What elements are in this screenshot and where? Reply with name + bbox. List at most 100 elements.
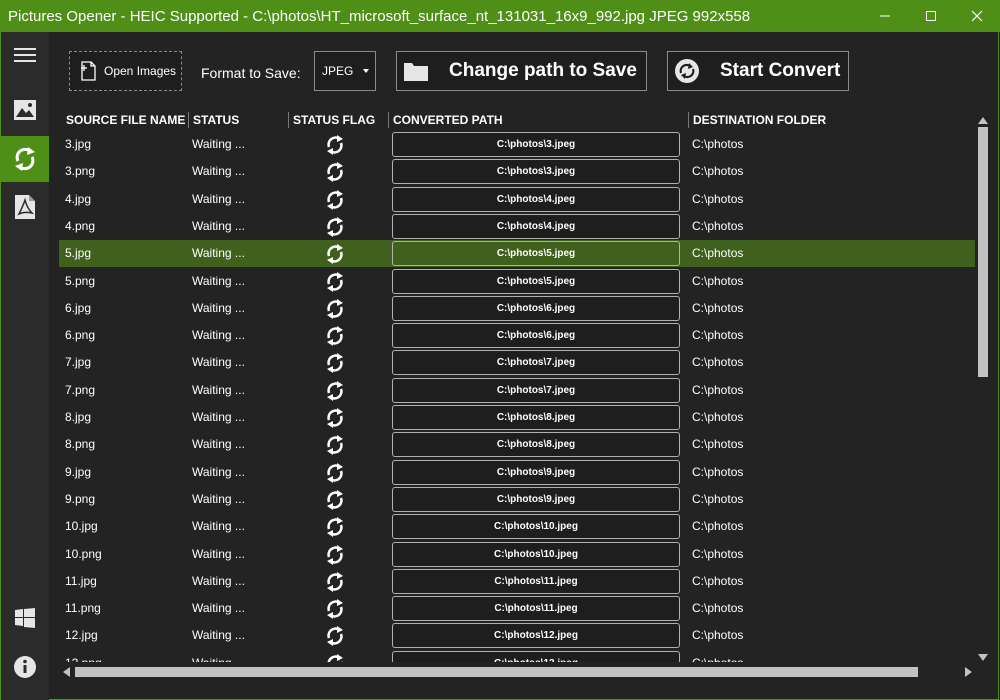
refresh-icon [327, 408, 343, 428]
destination-folder: C:\photos [692, 601, 744, 616]
table-row[interactable]: 5.jpg Waiting ... C:\photos\5.jpeg C:\photo… [59, 240, 975, 268]
column-divider[interactable] [388, 112, 389, 128]
converted-path-button[interactable]: C:\photos\7.jpeg [392, 377, 680, 403]
converted-path-button[interactable]: C:\photos\12.jpeg [392, 650, 680, 662]
table-row[interactable]: 8.png Waiting ... C:\photos\8.jpeg C:\photo… [59, 431, 975, 458]
format-select[interactable]: JPEG [314, 51, 376, 91]
converted-path-button[interactable]: C:\photos\4.jpeg [392, 186, 680, 212]
vertical-scrollbar[interactable] [975, 114, 991, 664]
refresh-icon [327, 599, 343, 620]
converted-path-button[interactable]: C:\photos\8.jpeg [392, 405, 680, 430]
table-row[interactable]: 10.png Waiting ... C:\photos\10.jpeg C:\pho… [59, 541, 975, 568]
main-panel: Open Images Format to Save: JPEG Change … [49, 32, 999, 700]
window-title: Pictures Opener - HEIC Supported - C:\ph… [8, 8, 751, 25]
sidebar-item-menu[interactable] [1, 32, 49, 78]
start-convert-button[interactable]: Start Convert [667, 51, 849, 91]
converted-path-button[interactable]: C:\photos\10.jpeg [392, 514, 680, 540]
source-file-name: 3.png [65, 164, 96, 179]
sidebar-item-images[interactable] [1, 87, 49, 133]
converted-path-button[interactable]: C:\photos\6.jpeg [392, 295, 680, 321]
open-images-button[interactable]: Open Images [69, 51, 182, 91]
table-row[interactable]: 9.jpg Waiting ... C:\photos\9.jpeg C:\photo… [59, 459, 975, 486]
column-divider[interactable] [188, 112, 189, 128]
source-file-name: 6.png [65, 328, 96, 343]
destination-folder: C:\photos [692, 491, 744, 506]
minimize-button[interactable] [862, 0, 908, 32]
converted-path-button[interactable]: C:\photos\9.jpeg [392, 486, 680, 512]
column-divider[interactable] [688, 112, 689, 128]
maximize-button[interactable] [908, 0, 954, 32]
destination-folder: C:\photos [692, 464, 744, 479]
vertical-scroll-thumb[interactable] [978, 127, 988, 377]
converted-path-button[interactable]: C:\photos\8.jpeg [392, 432, 680, 458]
files-table: SOURCE FILE NAME STATUS STATUS FLAG CONV… [59, 109, 975, 662]
table-row[interactable]: 11.jpg Waiting ... C:\photos\11.jpeg C:\pho… [59, 568, 975, 595]
scroll-left-icon[interactable] [63, 667, 70, 677]
table-row[interactable]: 3.jpg Waiting ... C:\photos\3.jpeg C:\photo… [59, 131, 975, 158]
converted-path-button[interactable]: C:\photos\5.jpeg [392, 241, 680, 267]
status-text: Waiting ... [192, 164, 245, 179]
refresh-icon [327, 489, 343, 510]
status-text: Waiting ... [192, 464, 245, 479]
sidebar-item-windows[interactable] [1, 595, 49, 641]
table-row[interactable]: 7.jpg Waiting ... C:\photos\7.jpeg C:\photo… [59, 349, 975, 376]
column-divider[interactable] [288, 112, 289, 128]
scroll-right-icon[interactable] [965, 667, 972, 677]
destination-folder: C:\photos [692, 382, 744, 397]
converted-path-button[interactable]: C:\photos\10.jpeg [392, 541, 680, 567]
change-path-button[interactable]: Change path to Save [396, 51, 647, 91]
column-header-converted-path[interactable]: CONVERTED PATH [393, 113, 503, 127]
table-row[interactable]: 8.jpg Waiting ... C:\photos\8.jpeg C:\photo… [59, 404, 975, 431]
source-file-name: 8.jpg [65, 410, 92, 424]
close-button[interactable] [954, 0, 1000, 32]
converted-path-button[interactable]: C:\photos\5.jpeg [392, 268, 680, 294]
horizontal-scroll-thumb[interactable] [75, 667, 918, 677]
sidebar-item-info[interactable] [1, 644, 49, 690]
converted-path-button[interactable]: C:\photos\6.jpeg [392, 323, 680, 349]
scroll-down-icon[interactable] [978, 654, 988, 661]
column-header-destination[interactable]: DESTINATION FOLDER [693, 113, 826, 127]
refresh-icon [327, 244, 343, 265]
source-file-name: 7.jpg [65, 355, 92, 370]
converted-path-button[interactable]: C:\photos\9.jpeg [392, 459, 680, 485]
column-header-status-flag[interactable]: STATUS FLAG [293, 113, 375, 127]
table-row[interactable]: 7.png Waiting ... C:\photos\7.jpeg C:\photo… [59, 377, 975, 404]
table-row[interactable]: 6.png Waiting ... C:\photos\6.jpeg C:\photo… [59, 322, 975, 349]
status-text: Waiting ... [192, 273, 245, 288]
title-bar: Pictures Opener - HEIC Supported - C:\ph… [0, 0, 1000, 32]
table-row[interactable]: 12.png Waiting ... C:\photos\12.jpeg C:\pho… [59, 650, 975, 662]
column-header-source[interactable]: SOURCE FILE NAME [66, 113, 185, 127]
info-icon [14, 656, 36, 678]
table-row[interactable]: 10.jpg Waiting ... C:\photos\10.jpeg C:\pho… [59, 513, 975, 540]
table-row[interactable]: 6.jpg Waiting ... C:\photos\6.jpeg C:\photo… [59, 295, 975, 322]
status-text: Waiting ... [192, 519, 245, 534]
sidebar-item-pdf[interactable] [1, 184, 49, 230]
status-text: Waiting ... [192, 491, 245, 506]
table-row[interactable]: 3.png Waiting ... C:\photos\3.jpeg C:\photo… [59, 158, 975, 185]
converted-path-button[interactable]: C:\photos\11.jpeg [392, 568, 680, 594]
table-row[interactable]: 4.png Waiting ... C:\photos\4.jpeg C:\photo… [59, 213, 975, 240]
status-text: Waiting ... [192, 546, 245, 561]
column-header-status[interactable]: STATUS [193, 113, 239, 127]
horizontal-scrollbar[interactable] [59, 664, 975, 680]
status-text: Waiting ... [192, 246, 245, 261]
scroll-up-icon[interactable] [978, 117, 988, 124]
destination-folder: C:\photos [692, 246, 744, 261]
converted-path-button[interactable]: C:\photos\4.jpeg [392, 213, 680, 239]
sidebar-item-convert[interactable] [1, 136, 49, 182]
converted-path-button[interactable]: C:\photos\3.jpeg [392, 159, 680, 185]
table-row[interactable]: 11.png Waiting ... C:\photos\11.jpeg C:\pho… [59, 595, 975, 622]
table-row[interactable]: 4.jpg Waiting ... C:\photos\4.jpeg C:\photo… [59, 186, 975, 213]
converted-path-button[interactable]: C:\photos\11.jpeg [392, 596, 680, 622]
converted-path-button[interactable]: C:\photos\3.jpeg [392, 132, 680, 157]
converted-path-button[interactable]: C:\photos\7.jpeg [392, 350, 680, 376]
table-row[interactable]: 12.jpg Waiting ... C:\photos\12.jpeg C:\pho… [59, 622, 975, 649]
format-select-value: JPEG [322, 64, 354, 78]
destination-folder: C:\photos [692, 573, 744, 588]
destination-folder: C:\photos [692, 628, 744, 643]
table-row[interactable]: 9.png Waiting ... C:\photos\9.jpeg C:\photo… [59, 486, 975, 513]
folder-icon [404, 63, 428, 81]
converted-path-button[interactable]: C:\photos\12.jpeg [392, 623, 680, 649]
source-file-name: 10.png [65, 546, 102, 561]
table-row[interactable]: 5.png Waiting ... C:\photos\5.jpeg C:\photo… [59, 268, 975, 295]
